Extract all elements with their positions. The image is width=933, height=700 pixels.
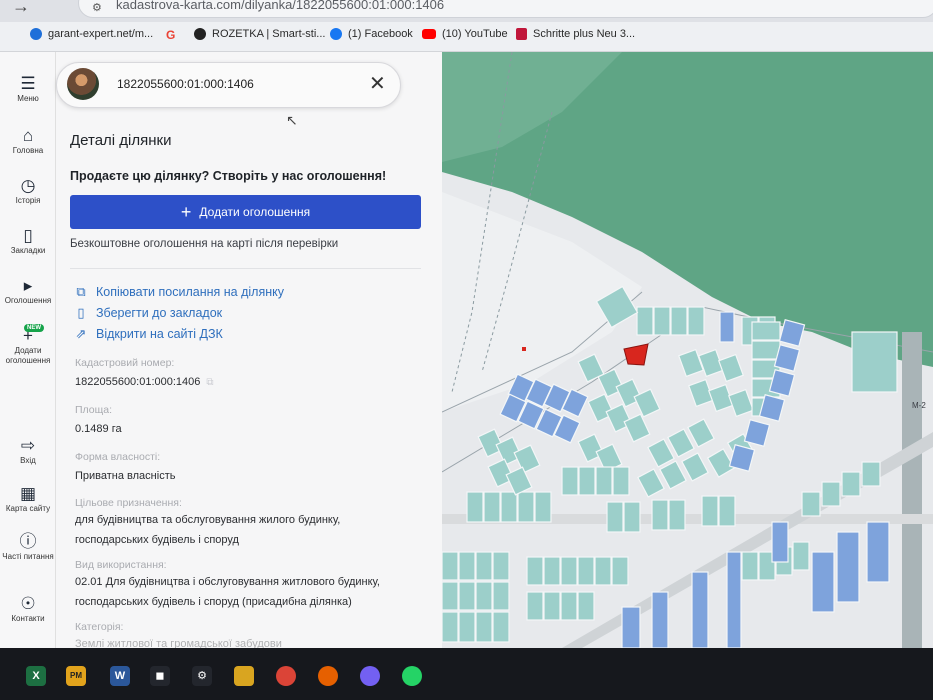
map-canvas[interactable]: М-2 <box>442 52 933 648</box>
pm-icon[interactable]: PM <box>66 666 86 686</box>
new-badge: NEW <box>24 324 44 332</box>
free-listing-note: Безкоштовне оголошення на карті після пе… <box>70 238 339 250</box>
rozetka-icon <box>194 28 206 40</box>
sidebar-item-history[interactable]: ◷ Історія <box>0 176 56 206</box>
map-icon: ▦ <box>19 484 37 503</box>
bookmark-rozetka[interactable]: ROZETKA | Smart-sti... <box>194 28 325 40</box>
screen: → ⚙ kadastrova-karta.com/dilyanka/182205… <box>0 0 933 700</box>
bookmarks-bar: garant-expert.net/m... G ROZETKA | Smart… <box>0 22 933 52</box>
login-icon: ⇨ <box>20 436 36 455</box>
copy-icon: ⧉ <box>76 284 86 299</box>
whatsapp-icon[interactable] <box>402 666 422 686</box>
area-label: Площа: <box>75 404 113 416</box>
ownership-label: Форма власності: <box>75 451 161 463</box>
facebook-icon <box>330 28 342 40</box>
panel-title: Деталі ділянки <box>70 132 172 149</box>
cadastral-map[interactable]: М-2 <box>442 52 933 648</box>
back-arrow-icon[interactable]: → <box>12 0 30 17</box>
firefox-icon[interactable] <box>318 666 338 686</box>
sidebar-item-login[interactable]: ⇨ Вхід <box>0 436 56 466</box>
sidebar-item-add-ad[interactable]: NEW + Додати оголошення <box>0 324 56 366</box>
sidebar-item-menu[interactable]: ☰ Меню <box>0 74 56 104</box>
search-input[interactable]: 1822055600:01:000:1406 <box>117 77 254 91</box>
sidebar-item-contacts[interactable]: ☉ Контакти <box>0 594 56 624</box>
google-icon: G <box>166 28 176 42</box>
excel-icon[interactable]: X <box>26 666 46 686</box>
area-value: 0.1489 га <box>75 423 122 435</box>
bookmark-youtube[interactable]: (10) YouTube <box>422 28 508 40</box>
sidebar-item-home[interactable]: ⌂ Головна <box>0 126 56 156</box>
mouse-cursor-icon: ↖ <box>286 112 298 128</box>
bookmark-google[interactable]: G <box>166 28 175 42</box>
bookmark-facebook[interactable]: (1) Facebook <box>330 28 413 40</box>
left-sidebar: ☰ Меню ⌂ Головна ◷ Історія ▯ Закладки ▸ … <box>0 52 56 648</box>
category-label: Категорія: <box>75 621 124 633</box>
home-icon: ⌂ <box>22 126 34 145</box>
bookmark-icon: ▯ <box>77 305 85 320</box>
road <box>902 332 922 648</box>
external-link-icon: ⇗ <box>75 326 87 341</box>
drop-icon <box>30 28 42 40</box>
purpose-label: Цільове призначення: <box>75 497 182 509</box>
divider <box>70 268 421 269</box>
copy-link-action[interactable]: ⧉ Копіювати посилання на ділянку <box>74 284 284 300</box>
purpose-value: для будівництва та обслуговування жилого… <box>75 514 341 546</box>
plus-icon: + <box>180 202 192 222</box>
sidebar-item-ads[interactable]: ▸ Оголошення <box>0 276 56 306</box>
avatar[interactable] <box>67 68 99 100</box>
selected-parcel <box>623 343 649 366</box>
word-icon[interactable]: W <box>110 666 130 686</box>
chat-icon: ☉ <box>20 594 36 613</box>
ownership-value: Приватна власність <box>75 470 176 482</box>
cadastral-number-label: Кадастровий номер: <box>75 357 175 369</box>
sidebar-item-bookmarks[interactable]: ▯ Закладки <box>0 226 56 256</box>
browser-toolbar: → ⚙ kadastrova-karta.com/dilyanka/182205… <box>0 0 933 22</box>
site-info-icon[interactable]: ⚙ <box>92 1 102 14</box>
parcel-details-panel: 1822055600:01:000:1406 ✕ ↖ Деталі ділянк… <box>56 52 442 650</box>
clock-icon: ◷ <box>20 176 36 195</box>
open-dzk-action[interactable]: ⇗ Відкрити на сайті ДЗК <box>74 326 223 342</box>
hamburger-icon: ☰ <box>20 74 36 93</box>
megaphone-icon: ▸ <box>23 276 33 295</box>
shield-icon[interactable]: ◼ <box>150 666 170 686</box>
close-icon[interactable]: ✕ <box>369 71 386 97</box>
bookmark-schritte[interactable]: Schritte plus Neu 3... <box>516 28 635 40</box>
sidebar-item-faq[interactable]: ⓘ Часті питання <box>0 532 56 562</box>
folder-icon[interactable] <box>234 666 254 686</box>
copy-icon[interactable]: ⧉ <box>206 377 213 388</box>
save-bookmark-action[interactable]: ▯ Зберегти до закладок <box>74 305 222 321</box>
sell-prompt: Продаєте цю ділянку? Створіть у нас огол… <box>70 169 387 183</box>
road-label: М-2 <box>912 401 926 410</box>
url-text[interactable]: kadastrova-karta.com/dilyanka/1822055600… <box>116 0 444 12</box>
sidebar-item-sitemap[interactable]: ▦ Карта сайту <box>0 484 56 514</box>
add-listing-button[interactable]: + Додати оголошення <box>70 195 421 229</box>
bookmark-garant[interactable]: garant-expert.net/m... <box>30 28 153 40</box>
viber-icon[interactable] <box>360 666 380 686</box>
cadastral-number-value: 1822055600:01:000:1406 ⧉ <box>75 376 214 388</box>
usage-label: Вид використання: <box>75 559 167 571</box>
usage-value: 02.01 Для будівництва і обслуговування ж… <box>75 576 380 608</box>
bookmark-icon: ▯ <box>23 226 33 245</box>
chrome-icon[interactable] <box>276 666 296 686</box>
red-marker <box>522 347 526 351</box>
question-icon: ⓘ <box>19 532 37 551</box>
gear-icon[interactable]: ⚙ <box>192 666 212 686</box>
os-taskbar <box>0 648 933 700</box>
youtube-icon <box>422 29 436 39</box>
parcel-search-box[interactable]: 1822055600:01:000:1406 ✕ <box>56 62 401 108</box>
book-icon <box>516 28 527 40</box>
